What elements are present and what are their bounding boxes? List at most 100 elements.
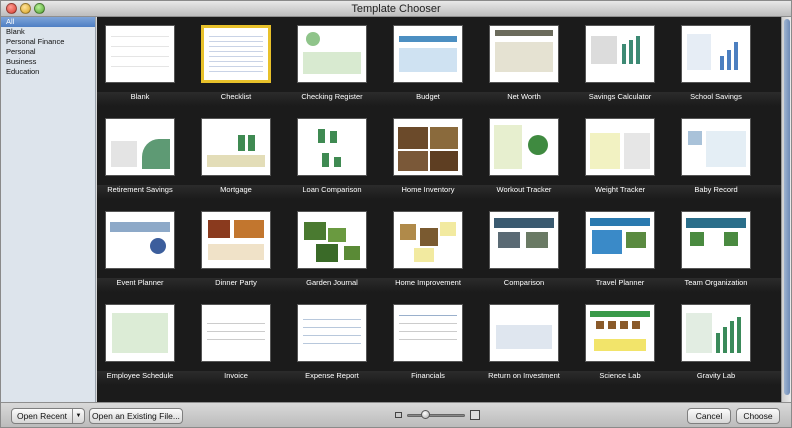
slider-knob[interactable] — [421, 410, 430, 419]
category-sidebar: All Blank Personal Finance Personal Busi… — [1, 17, 96, 402]
template-label: Checklist — [220, 92, 252, 101]
cancel-button[interactable]: Cancel — [687, 408, 731, 424]
template-thumbnail — [585, 25, 655, 83]
title-bar[interactable]: Template Chooser — [1, 1, 791, 17]
open-recent-button[interactable]: Open Recent ▼ — [11, 408, 85, 424]
choose-button[interactable]: Choose — [736, 408, 780, 424]
template-label: School Savings — [690, 92, 742, 101]
template-label: Expense Report — [305, 371, 359, 380]
scrollbar-thumb[interactable] — [784, 19, 790, 395]
template-thumbnail — [105, 118, 175, 176]
template-tile-weight-tracker[interactable]: Weight Tracker — [577, 110, 663, 194]
template-tile-retirement-savings[interactable]: Retirement Savings — [97, 110, 183, 194]
template-label: Checking Register — [301, 92, 363, 101]
bottom-toolbar: Open Recent ▼ Open an Existing File... C… — [1, 402, 791, 427]
template-tile-invoice[interactable]: Invoice — [193, 296, 279, 380]
template-tile-comparison[interactable]: Comparison — [481, 203, 567, 287]
template-tile-school-savings[interactable]: School Savings — [673, 17, 759, 101]
template-label: Weight Tracker — [594, 185, 646, 194]
template-label: Budget — [416, 92, 440, 101]
template-thumbnail — [201, 304, 271, 362]
template-thumbnail — [681, 211, 751, 269]
template-thumbnail — [489, 25, 559, 83]
open-existing-file-button[interactable]: Open an Existing File... — [89, 408, 183, 424]
template-tile-checklist[interactable]: Checklist — [193, 17, 279, 101]
template-label: Baby Record — [694, 185, 738, 194]
small-thumbnail-icon — [395, 412, 402, 418]
sidebar-item-education[interactable]: Education — [1, 67, 95, 77]
template-tile-travel-planner[interactable]: Travel Planner — [577, 203, 663, 287]
template-tile-savings-calculator[interactable]: Savings Calculator — [577, 17, 663, 101]
template-label: Net Worth — [507, 92, 541, 101]
template-chooser-window: Template Chooser All Blank Personal Fina… — [0, 0, 792, 428]
template-tile-home-inventory[interactable]: Home Inventory — [385, 110, 471, 194]
template-thumbnail — [297, 25, 367, 83]
template-tile-mortgage[interactable]: Mortgage — [193, 110, 279, 194]
template-thumbnail — [105, 25, 175, 83]
chevron-down-icon[interactable]: ▼ — [72, 409, 84, 423]
template-label: Savings Calculator — [588, 92, 652, 101]
template-tile-return-on-investment[interactable]: Return on Investment — [481, 296, 567, 380]
template-thumbnail — [393, 304, 463, 362]
thumbnail-size-slider[interactable] — [407, 414, 465, 417]
template-tile-checking-register[interactable]: Checking Register — [289, 17, 375, 101]
template-tile-blank[interactable]: Blank — [97, 17, 183, 101]
template-label: Retirement Savings — [107, 185, 173, 194]
template-thumbnail — [393, 25, 463, 83]
template-thumbnail — [585, 304, 655, 362]
template-label: Gravity Lab — [696, 371, 736, 380]
template-tile-team-organization[interactable]: Team Organization — [673, 203, 759, 287]
template-tile-budget[interactable]: Budget — [385, 17, 471, 101]
template-label: Invoice — [224, 371, 248, 380]
sidebar-item-personal[interactable]: Personal — [1, 47, 95, 57]
template-tile-science-lab[interactable]: Science Lab — [577, 296, 663, 380]
template-thumbnail — [297, 211, 367, 269]
template-thumbnail — [585, 211, 655, 269]
template-grid: Blank Checklist Checking Register Budget — [97, 17, 781, 402]
template-thumbnail — [105, 211, 175, 269]
sidebar-item-personal-finance[interactable]: Personal Finance — [1, 37, 95, 47]
template-tile-expense-report[interactable]: Expense Report — [289, 296, 375, 380]
template-tile-loan-comparison[interactable]: Loan Comparison — [289, 110, 375, 194]
template-thumbnail — [201, 211, 271, 269]
template-tile-net-worth[interactable]: Net Worth — [481, 17, 567, 101]
template-thumbnail — [681, 25, 751, 83]
template-label: Mortgage — [220, 185, 252, 194]
template-thumbnail — [489, 118, 559, 176]
template-thumbnail — [393, 118, 463, 176]
template-label: Science Lab — [599, 371, 641, 380]
sidebar-item-blank[interactable]: Blank — [1, 27, 95, 37]
template-thumbnail — [489, 211, 559, 269]
template-tile-home-improvement[interactable]: Home Improvement — [385, 203, 471, 287]
template-label: Loan Comparison — [302, 185, 362, 194]
template-thumbnail — [393, 211, 463, 269]
template-thumbnail — [201, 25, 271, 83]
vertical-scrollbar[interactable] — [781, 17, 791, 402]
template-tile-garden-journal[interactable]: Garden Journal — [289, 203, 375, 287]
template-thumbnail — [105, 304, 175, 362]
template-thumbnail — [681, 118, 751, 176]
window-title: Template Chooser — [351, 3, 441, 15]
template-label: Workout Tracker — [496, 185, 552, 194]
template-label: Garden Journal — [306, 278, 358, 287]
sidebar-item-all[interactable]: All — [1, 17, 95, 27]
open-recent-label: Open Recent — [16, 411, 68, 421]
template-label: Comparison — [503, 278, 545, 287]
template-thumbnail — [297, 118, 367, 176]
template-label: Home Inventory — [401, 185, 455, 194]
template-thumbnail — [585, 118, 655, 176]
template-label: Home Improvement — [395, 278, 461, 287]
template-label: Travel Planner — [595, 278, 645, 287]
template-tile-workout-tracker[interactable]: Workout Tracker — [481, 110, 567, 194]
template-tile-financials[interactable]: Financials — [385, 296, 471, 380]
template-tile-gravity-lab[interactable]: Gravity Lab — [673, 296, 759, 380]
template-thumbnail — [201, 118, 271, 176]
template-tile-employee-schedule[interactable]: Employee Schedule — [97, 296, 183, 380]
template-label: Return on Investment — [488, 371, 560, 380]
template-tile-baby-record[interactable]: Baby Record — [673, 110, 759, 194]
template-tile-dinner-party[interactable]: Dinner Party — [193, 203, 279, 287]
template-label: Blank — [130, 92, 150, 101]
template-tile-event-planner[interactable]: Event Planner — [97, 203, 183, 287]
template-label: Event Planner — [116, 278, 164, 287]
sidebar-item-business[interactable]: Business — [1, 57, 95, 67]
